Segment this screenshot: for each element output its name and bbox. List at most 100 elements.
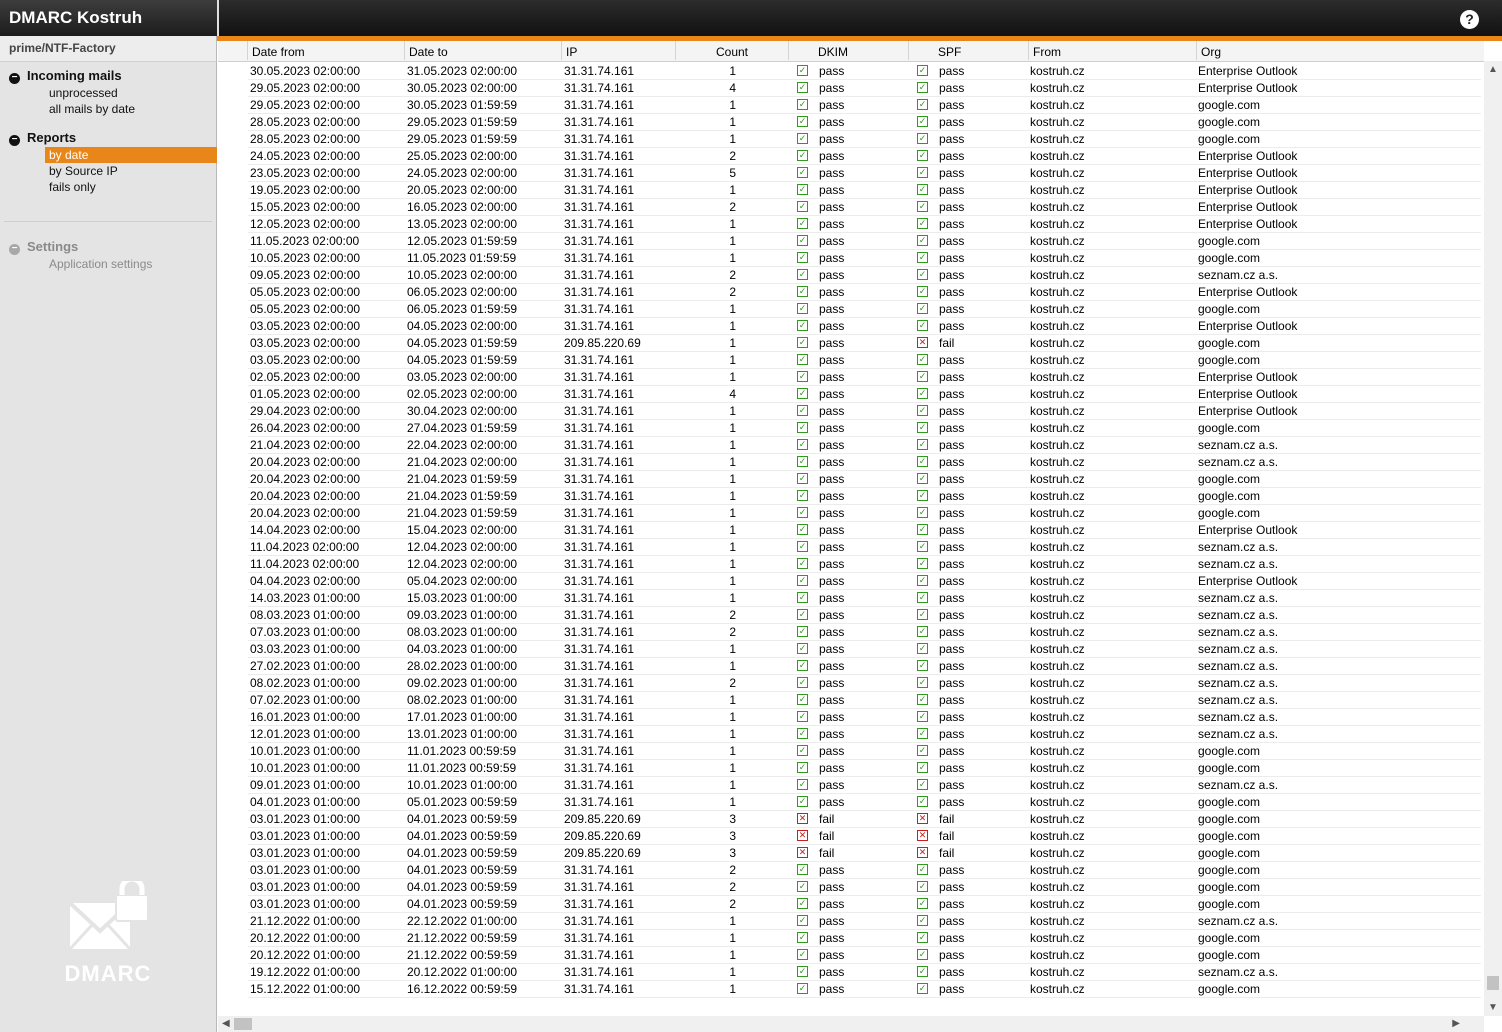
table-row[interactable]: 16.01.2023 01:00:00 17.01.2023 01:00:00 31… bbox=[248, 709, 1481, 726]
sidebar-item-application-settings[interactable]: Application settings bbox=[45, 256, 217, 272]
horizontal-scrollbar[interactable]: ◀ ▶ bbox=[218, 1016, 1484, 1032]
table-row[interactable]: 28.05.2023 02:00:00 29.05.2023 01:59:59 31… bbox=[248, 114, 1481, 131]
sidebar-item-all-mails-by-date[interactable]: all mails by date bbox=[45, 101, 217, 117]
cell-count: 2 bbox=[729, 897, 736, 911]
table-row[interactable]: 03.03.2023 01:00:00 04.03.2023 01:00:00 31… bbox=[248, 641, 1481, 658]
table-row[interactable]: 30.05.2023 02:00:00 31.05.2023 02:00:00 31… bbox=[248, 63, 1481, 80]
vertical-scrollbar[interactable]: ▲ ▼ bbox=[1484, 61, 1502, 1016]
table-row[interactable]: 08.02.2023 01:00:00 09.02.2023 01:00:00 31… bbox=[248, 675, 1481, 692]
table-row[interactable]: 21.04.2023 02:00:00 22.04.2023 02:00:00 31… bbox=[248, 437, 1481, 454]
table-row[interactable]: 27.02.2023 01:00:00 28.02.2023 01:00:00 31… bbox=[248, 658, 1481, 675]
table-row[interactable]: 26.04.2023 02:00:00 27.04.2023 01:59:59 31… bbox=[248, 420, 1481, 437]
table-row[interactable]: 01.05.2023 02:00:00 02.05.2023 02:00:00 31… bbox=[248, 386, 1481, 403]
cell-org: seznam.cz a.s. bbox=[1198, 625, 1279, 639]
cell-ip: 209.85.220.69 bbox=[564, 336, 641, 350]
table-row[interactable]: 11.05.2023 02:00:00 12.05.2023 01:59:59 31… bbox=[248, 233, 1481, 250]
table-row[interactable]: 29.04.2023 02:00:00 30.04.2023 02:00:00 31… bbox=[248, 403, 1481, 420]
table-row[interactable]: 20.12.2022 01:00:00 21.12.2022 00:59:59 31… bbox=[248, 930, 1481, 947]
table-row[interactable]: 10.05.2023 02:00:00 11.05.2023 01:59:59 31… bbox=[248, 250, 1481, 267]
table-row[interactable]: 24.05.2023 02:00:00 25.05.2023 02:00:00 31… bbox=[248, 148, 1481, 165]
table-row[interactable]: 03.01.2023 01:00:00 04.01.2023 00:59:59 31… bbox=[248, 879, 1481, 896]
cell-org: Enterprise Outlook bbox=[1198, 370, 1298, 384]
scroll-right-icon[interactable]: ▶ bbox=[1452, 1018, 1460, 1029]
table-row[interactable]: 03.01.2023 01:00:00 04.01.2023 00:59:59 20… bbox=[248, 828, 1481, 845]
table-row[interactable]: 08.03.2023 01:00:00 09.03.2023 01:00:00 31… bbox=[248, 607, 1481, 624]
table-row[interactable]: 11.04.2023 02:00:00 12.04.2023 02:00:00 31… bbox=[248, 556, 1481, 573]
table-row[interactable]: 07.03.2023 01:00:00 08.03.2023 01:00:00 31… bbox=[248, 624, 1481, 641]
scroll-left-icon[interactable]: ◀ bbox=[222, 1018, 230, 1029]
question-icon[interactable]: ? bbox=[1460, 10, 1479, 29]
sidebar-item-by-date[interactable]: by date bbox=[45, 147, 217, 163]
table-row[interactable]: 20.04.2023 02:00:00 21.04.2023 01:59:59 31… bbox=[248, 488, 1481, 505]
table-row[interactable]: 05.05.2023 02:00:00 06.05.2023 02:00:00 31… bbox=[248, 284, 1481, 301]
cell-ip: 31.31.74.161 bbox=[564, 948, 635, 962]
cell-count: 1 bbox=[729, 421, 736, 435]
table-row[interactable]: 20.12.2022 01:00:00 21.12.2022 00:59:59 31… bbox=[248, 947, 1481, 964]
scroll-up-icon[interactable]: ▲ bbox=[1488, 64, 1498, 75]
cell-org: Enterprise Outlook bbox=[1198, 319, 1298, 333]
cell-count: 1 bbox=[729, 982, 736, 996]
table-row[interactable]: 05.05.2023 02:00:00 06.05.2023 01:59:59 31… bbox=[248, 301, 1481, 318]
table-row[interactable]: 03.05.2023 02:00:00 04.05.2023 02:00:00 31… bbox=[248, 318, 1481, 335]
check-icon: ✓ bbox=[797, 677, 808, 688]
scroll-thumb[interactable] bbox=[1487, 976, 1499, 990]
check-icon: ✓ bbox=[797, 694, 808, 705]
table-row[interactable]: 07.02.2023 01:00:00 08.02.2023 01:00:00 31… bbox=[248, 692, 1481, 709]
table-row[interactable]: 12.05.2023 02:00:00 13.05.2023 02:00:00 31… bbox=[248, 216, 1481, 233]
table-row[interactable]: 20.04.2023 02:00:00 21.04.2023 01:59:59 31… bbox=[248, 505, 1481, 522]
column-header-org[interactable]: Org bbox=[1197, 41, 1484, 60]
table-row[interactable]: 19.12.2022 01:00:00 20.12.2022 01:00:00 31… bbox=[248, 964, 1481, 981]
cell-ip: 31.31.74.161 bbox=[564, 982, 635, 996]
table-row[interactable]: 29.05.2023 02:00:00 30.05.2023 02:00:00 31… bbox=[248, 80, 1481, 97]
scroll-down-icon[interactable]: ▼ bbox=[1488, 1002, 1498, 1013]
sidebar-item-unprocessed[interactable]: unprocessed bbox=[45, 85, 217, 101]
table-row[interactable]: 14.03.2023 01:00:00 15.03.2023 01:00:00 31… bbox=[248, 590, 1481, 607]
table-row[interactable]: 11.04.2023 02:00:00 12.04.2023 02:00:00 31… bbox=[248, 539, 1481, 556]
table-row[interactable]: 20.04.2023 02:00:00 21.04.2023 02:00:00 31… bbox=[248, 454, 1481, 471]
table-row[interactable]: 15.12.2022 01:00:00 16.12.2022 00:59:59 31… bbox=[248, 981, 1481, 998]
table-row[interactable]: 14.04.2023 02:00:00 15.04.2023 02:00:00 31… bbox=[248, 522, 1481, 539]
table-row[interactable]: 09.05.2023 02:00:00 10.05.2023 02:00:00 31… bbox=[248, 267, 1481, 284]
table-row[interactable]: 12.01.2023 01:00:00 13.01.2023 01:00:00 31… bbox=[248, 726, 1481, 743]
column-header-count[interactable]: Count bbox=[676, 41, 789, 60]
table-row[interactable]: 20.04.2023 02:00:00 21.04.2023 01:59:59 31… bbox=[248, 471, 1481, 488]
table-row[interactable]: 10.01.2023 01:00:00 11.01.2023 00:59:59 31… bbox=[248, 760, 1481, 777]
column-header-ip[interactable]: IP bbox=[562, 41, 676, 60]
table-row[interactable]: 03.01.2023 01:00:00 04.01.2023 00:59:59 31… bbox=[248, 862, 1481, 879]
table-row[interactable]: 04.04.2023 02:00:00 05.04.2023 02:00:00 31… bbox=[248, 573, 1481, 590]
table-row[interactable]: 03.05.2023 02:00:00 04.05.2023 01:59:59 20… bbox=[248, 335, 1481, 352]
cell-spf: pass bbox=[939, 914, 965, 928]
section-settings[interactable]: − Settings bbox=[9, 239, 78, 255]
table-row[interactable]: 10.01.2023 01:00:00 11.01.2023 00:59:59 31… bbox=[248, 743, 1481, 760]
cell-org: google.com bbox=[1198, 336, 1261, 350]
scroll-thumb[interactable] bbox=[234, 1018, 252, 1030]
column-header-spf[interactable]: SPF bbox=[909, 41, 1029, 60]
cell-dkim: pass bbox=[819, 625, 845, 639]
cell-spf: pass bbox=[939, 268, 965, 282]
table-row[interactable]: 04.01.2023 01:00:00 05.01.2023 00:59:59 31… bbox=[248, 794, 1481, 811]
column-header-from[interactable]: From bbox=[1029, 41, 1197, 60]
column-header-dkim[interactable]: DKIM bbox=[789, 41, 909, 60]
cell-from: kostruh.cz bbox=[1030, 574, 1085, 588]
column-header-date-to[interactable]: Date to bbox=[405, 41, 562, 60]
table-row[interactable]: 15.05.2023 02:00:00 16.05.2023 02:00:00 31… bbox=[248, 199, 1481, 216]
table-row[interactable]: 02.05.2023 02:00:00 03.05.2023 02:00:00 31… bbox=[248, 369, 1481, 386]
column-header-date-from[interactable]: Date from bbox=[248, 41, 405, 60]
table-row[interactable]: 03.01.2023 01:00:00 04.01.2023 00:59:59 31… bbox=[248, 896, 1481, 913]
table-row[interactable]: 23.05.2023 02:00:00 24.05.2023 02:00:00 31… bbox=[248, 165, 1481, 182]
table-row[interactable]: 03.05.2023 02:00:00 04.05.2023 01:59:59 31… bbox=[248, 352, 1481, 369]
cell-date-from: 14.04.2023 02:00:00 bbox=[250, 523, 361, 537]
sidebar-item-by-source-ip[interactable]: by Source IP bbox=[45, 163, 217, 179]
section-incoming-mails[interactable]: − Incoming mails bbox=[9, 68, 122, 84]
cell-from: kostruh.cz bbox=[1030, 489, 1085, 503]
table-row[interactable]: 29.05.2023 02:00:00 30.05.2023 01:59:59 31… bbox=[248, 97, 1481, 114]
table-row[interactable]: 03.01.2023 01:00:00 04.01.2023 00:59:59 20… bbox=[248, 845, 1481, 862]
table-row[interactable]: 19.05.2023 02:00:00 20.05.2023 02:00:00 31… bbox=[248, 182, 1481, 199]
table-row[interactable]: 28.05.2023 02:00:00 29.05.2023 01:59:59 31… bbox=[248, 131, 1481, 148]
cell-org: google.com bbox=[1198, 863, 1261, 877]
table-row[interactable]: 09.01.2023 01:00:00 10.01.2023 01:00:00 31… bbox=[248, 777, 1481, 794]
table-row[interactable]: 21.12.2022 01:00:00 22.12.2022 01:00:00 31… bbox=[248, 913, 1481, 930]
table-row[interactable]: 03.01.2023 01:00:00 04.01.2023 00:59:59 20… bbox=[248, 811, 1481, 828]
section-reports[interactable]: − Reports bbox=[9, 130, 76, 146]
sidebar-item-fails-only[interactable]: fails only bbox=[45, 179, 217, 195]
